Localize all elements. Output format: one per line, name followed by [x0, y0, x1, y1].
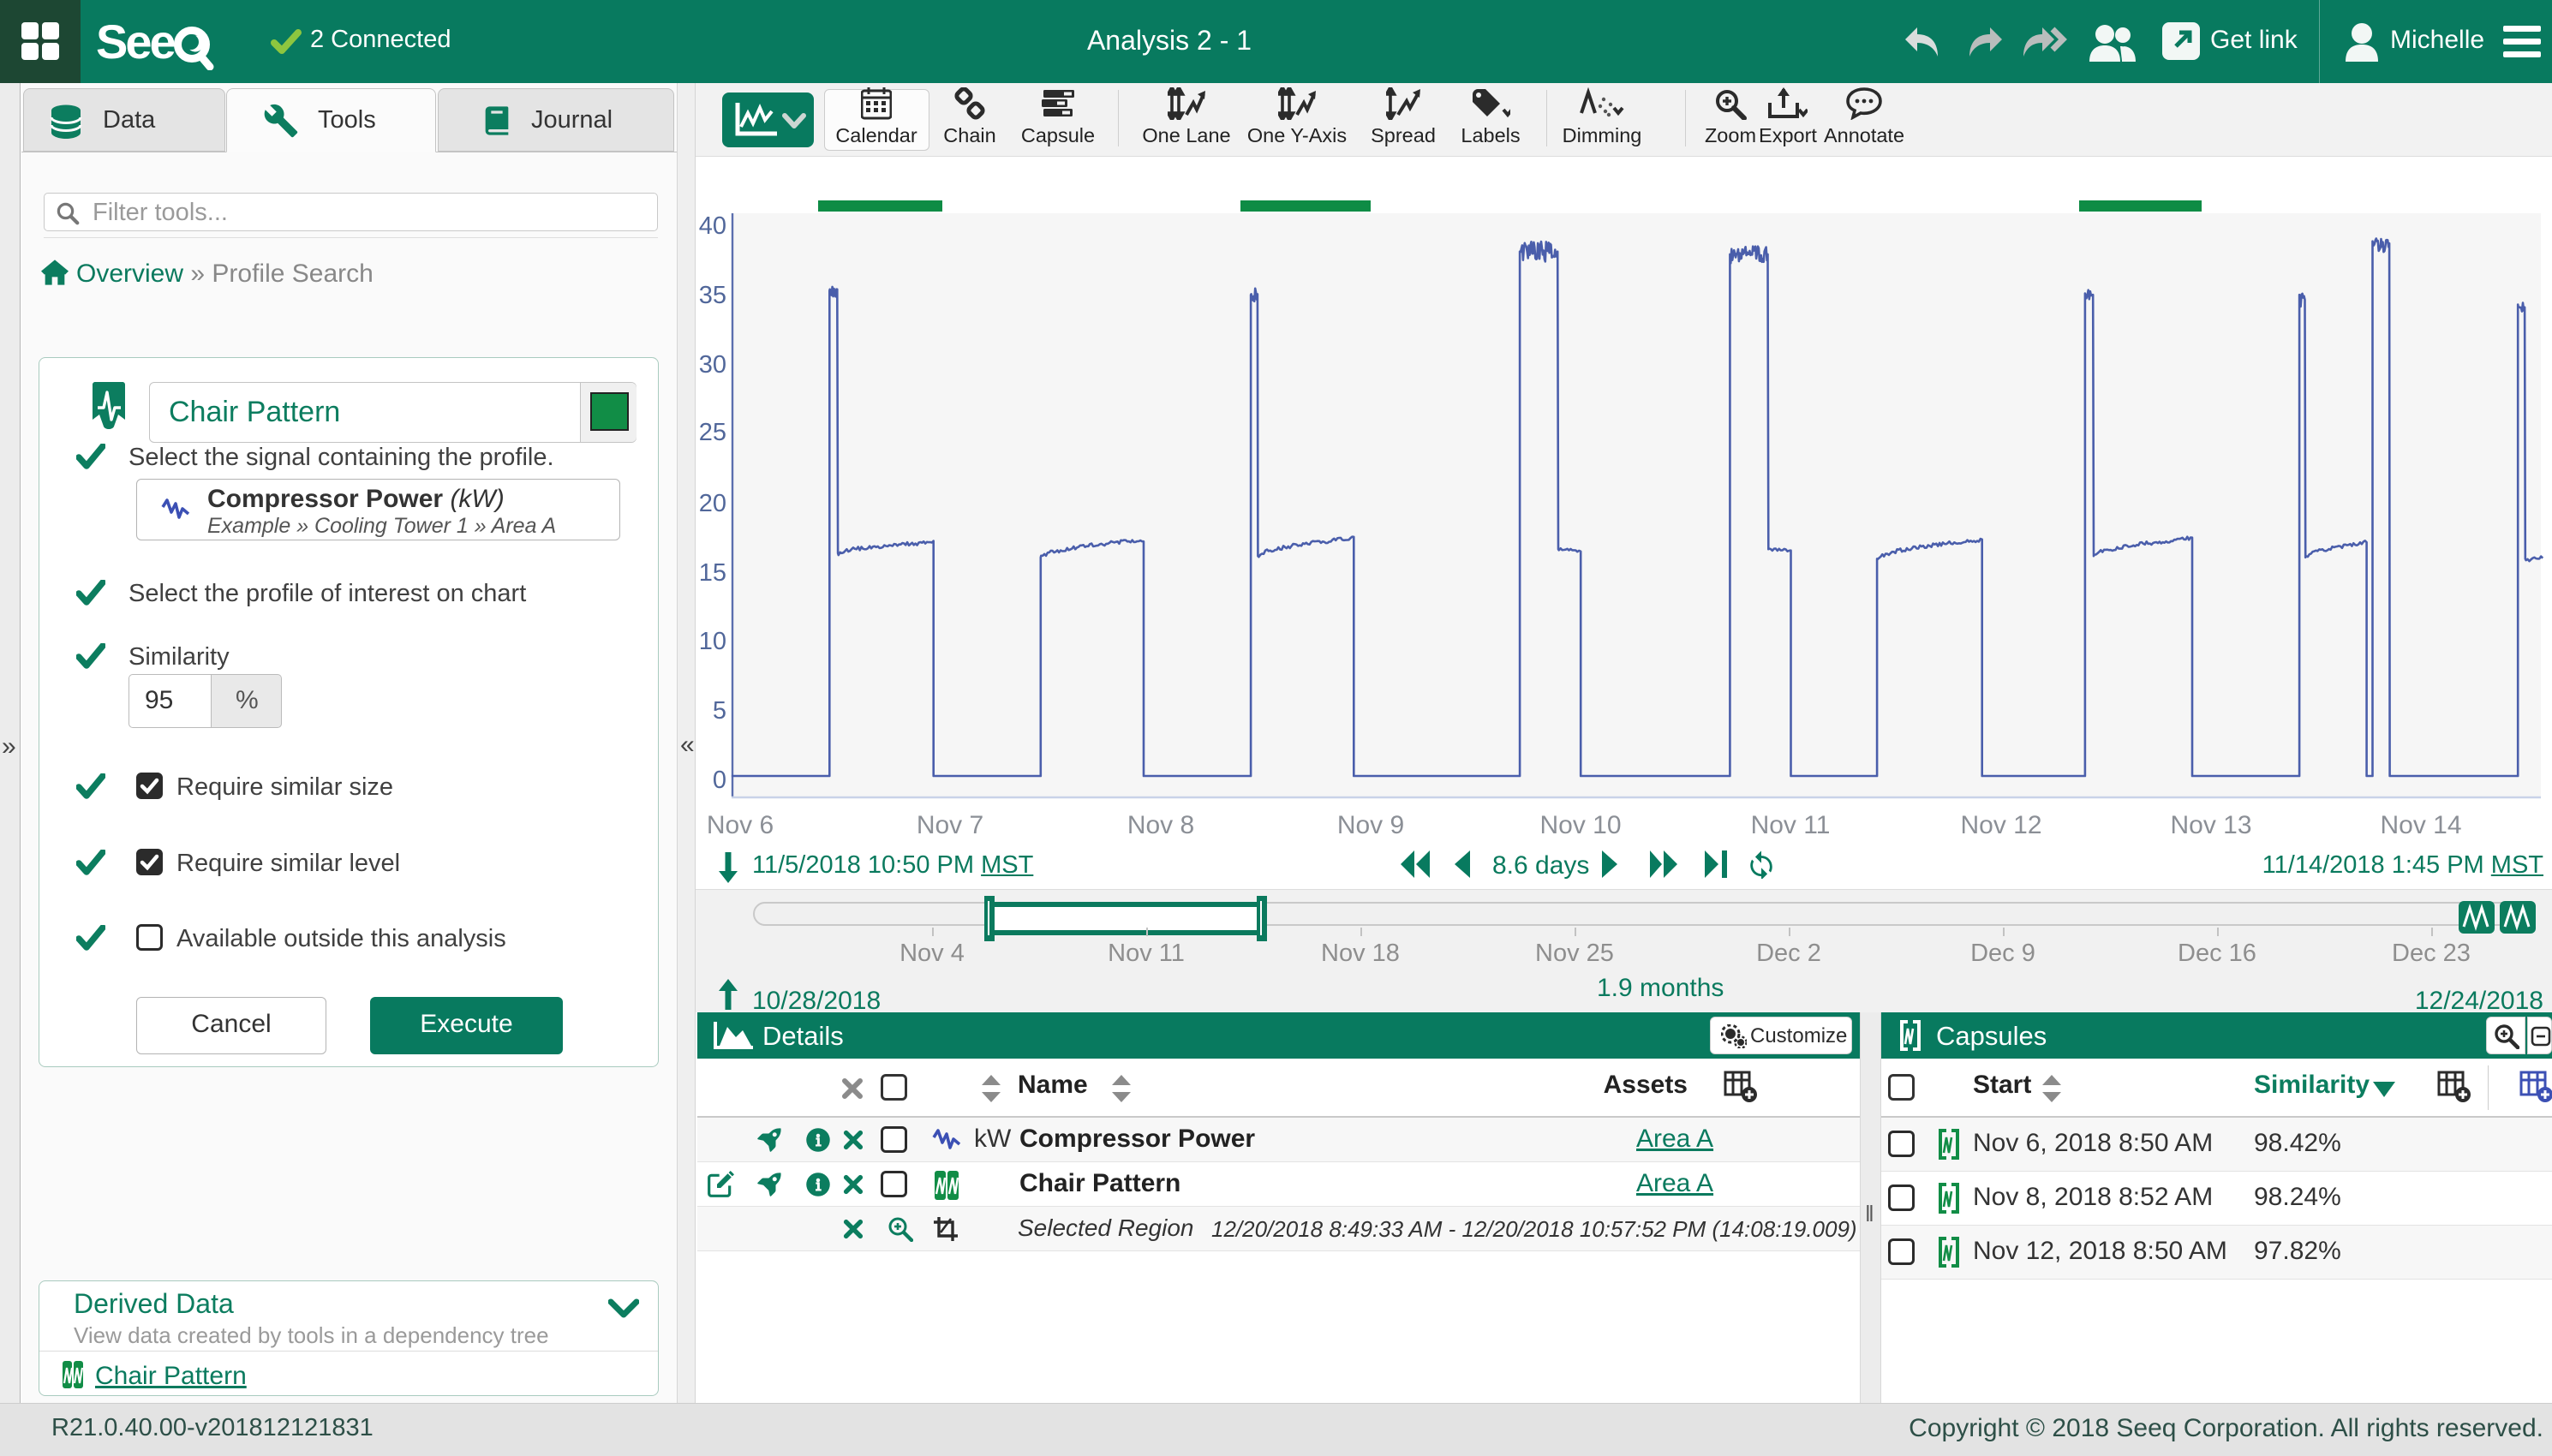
- svg-text:See: See: [96, 19, 175, 69]
